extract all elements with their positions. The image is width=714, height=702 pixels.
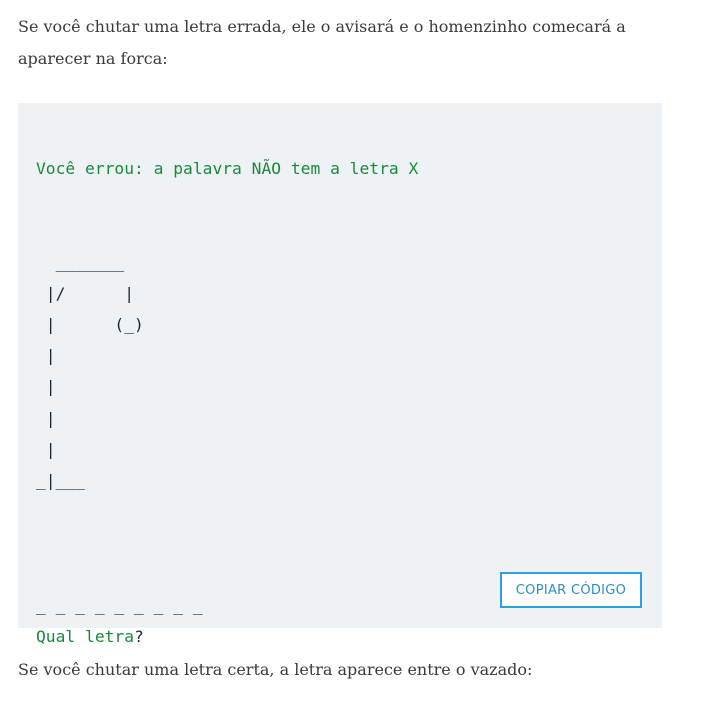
- code-block: Você errou: a palavra NÃO tem a letra X …: [18, 103, 662, 646]
- gallows-line: |/ |: [36, 283, 135, 303]
- gallows-line: |: [36, 346, 56, 366]
- code-content: Você errou: a palavra NÃO tem a letra X …: [36, 153, 418, 652]
- gallows-line: |: [36, 408, 56, 428]
- word-blanks: _ _ _ _ _ _ _ _ _: [36, 595, 203, 615]
- prompt-text: Qual letra: [36, 627, 135, 647]
- outro-paragraph: Se você chutar uma letra certa, a letra …: [18, 660, 533, 679]
- prompt-question-mark: ?: [134, 627, 144, 647]
- code-message: Você errou: a palavra NÃO tem a letra X: [36, 159, 419, 178]
- gallows-line: _______: [36, 252, 125, 272]
- gallows-line: | (_): [36, 315, 144, 335]
- gallows-line: |: [36, 439, 56, 459]
- intro-paragraph: Se você chutar uma letra errada, ele o a…: [18, 17, 626, 68]
- copy-code-button[interactable]: COPIAR CÓDIGO: [500, 572, 642, 608]
- gallows-line: _|___: [36, 471, 86, 491]
- gallows-line: |: [36, 377, 56, 397]
